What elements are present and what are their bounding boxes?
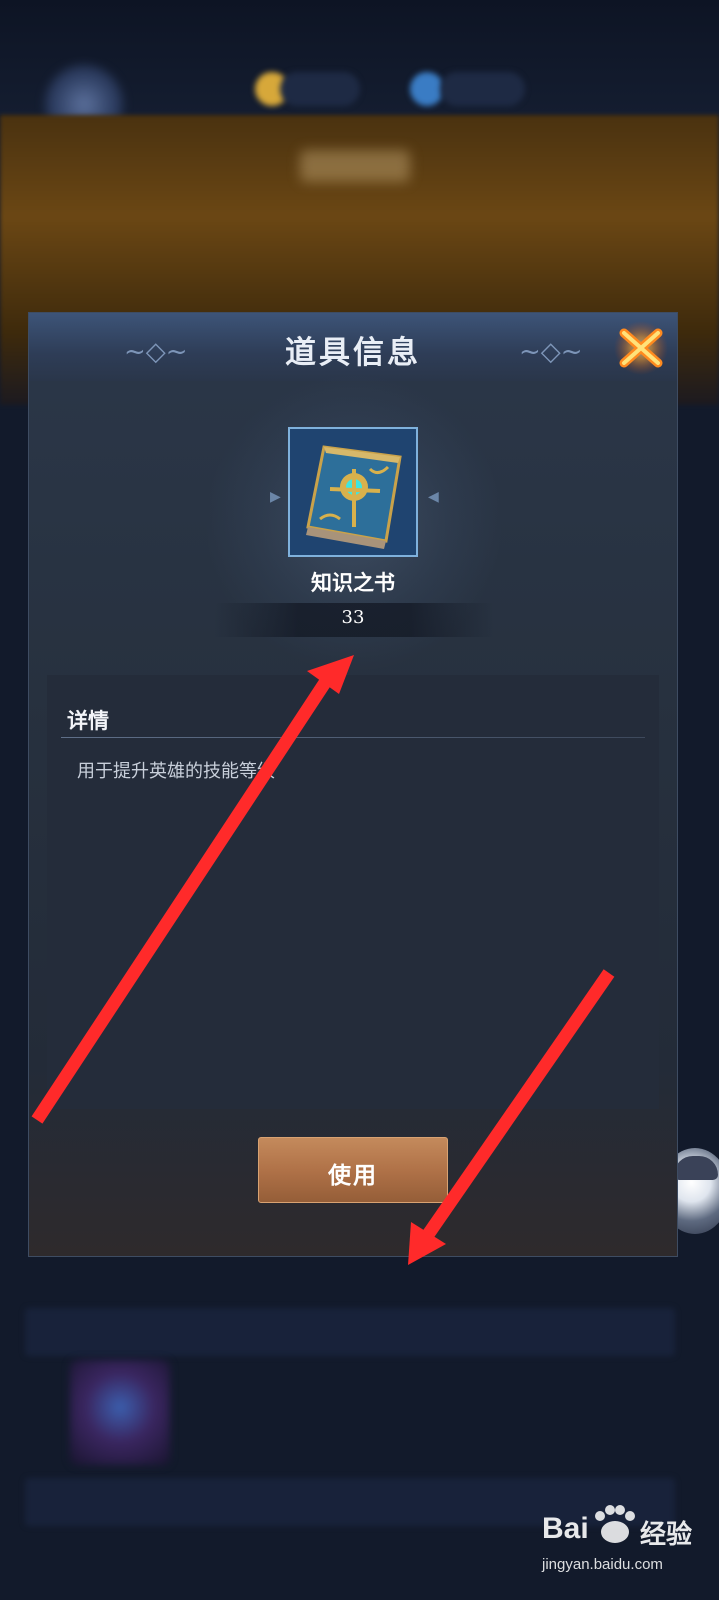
watermark-brand: Bai	[542, 1512, 589, 1545]
watermark-url: jingyan.baidu.com	[542, 1556, 663, 1573]
watermark-brand-cn: 经验	[640, 1520, 693, 1550]
annotation-arrows	[31, 655, 615, 1265]
annotation-arrow-up	[31, 671, 336, 1124]
annotation-arrow-down	[419, 969, 615, 1243]
baidu-jingyan-watermark: Bai 经验 jingyan.baidu.com	[540, 1490, 710, 1590]
